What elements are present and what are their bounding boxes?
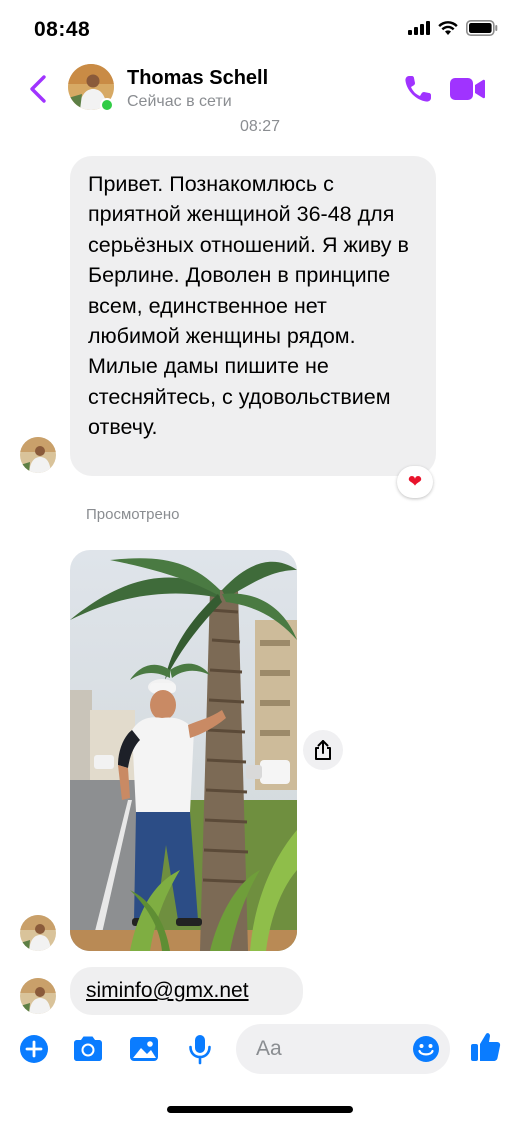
signal-icon (408, 21, 430, 35)
message-input[interactable]: Aa (236, 1024, 450, 1074)
battery-icon (466, 20, 498, 36)
thumbs-up-icon[interactable] (469, 1030, 503, 1064)
online-status-dot (100, 98, 114, 112)
chat-header: Thomas Schell Сейчас в сети (0, 60, 520, 120)
sender-avatar[interactable] (20, 437, 56, 473)
video-camera-icon[interactable] (448, 73, 486, 105)
microphone-icon[interactable] (183, 1032, 217, 1066)
wifi-icon (438, 20, 458, 35)
email-link[interactable]: siminfo@gmx.net (86, 979, 249, 1003)
phone-icon[interactable] (402, 73, 434, 105)
seen-label: Просмотрено (86, 506, 180, 523)
message-text: Привет. Познакомлюсь с приятной женщиной… (88, 172, 409, 440)
contact-status: Сейчас в сети (127, 93, 232, 110)
sender-avatar[interactable] (20, 978, 56, 1014)
heart-reaction-icon[interactable]: ❤ (397, 466, 433, 498)
home-indicator (167, 1106, 353, 1113)
message-bubble[interactable]: siminfo@gmx.net (70, 967, 303, 1015)
camera-icon[interactable] (71, 1032, 105, 1066)
plus-icon[interactable] (17, 1032, 51, 1066)
gallery-icon[interactable] (127, 1032, 161, 1066)
message-composer: Aa (0, 1020, 520, 1080)
contact-name[interactable]: Thomas Schell (127, 67, 268, 90)
share-icon (315, 740, 331, 760)
message-bubble[interactable]: Привет. Познакомлюсь с приятной женщиной… (70, 156, 436, 476)
status-icons (408, 20, 498, 36)
message-input-placeholder: Aa (256, 1037, 282, 1060)
status-time: 08:48 (34, 18, 91, 41)
photo-message[interactable] (70, 550, 297, 951)
status-bar: 08:48 (0, 0, 520, 60)
sender-avatar[interactable] (20, 915, 56, 951)
conversation-timestamp: 08:27 (239, 118, 281, 135)
emoji-icon[interactable] (412, 1035, 440, 1063)
back-chevron-icon[interactable] (24, 72, 54, 106)
share-button[interactable] (303, 730, 343, 770)
